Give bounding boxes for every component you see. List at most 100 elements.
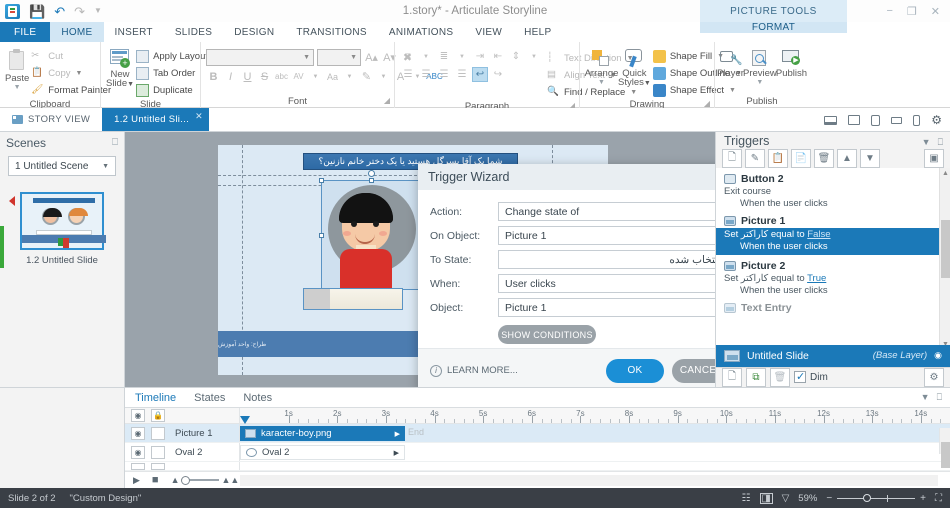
font-size-input[interactable]: ▼ xyxy=(317,49,361,66)
bullets-button[interactable]: ≡ xyxy=(400,49,416,64)
tab-view[interactable]: VIEW xyxy=(464,22,513,42)
new-layer-icon[interactable]: 🗋 xyxy=(722,367,742,387)
trigger-object-header[interactable]: Text Entry xyxy=(724,300,942,315)
when-dropdown[interactable]: User clicks ▼ xyxy=(498,274,715,293)
tab-timeline[interactable]: Timeline xyxy=(135,392,176,404)
zoom-slider-knob[interactable] xyxy=(863,494,872,502)
tab-help[interactable]: HELP xyxy=(513,22,562,42)
resize-handle-w[interactable] xyxy=(319,233,324,238)
align-left-button[interactable]: ☰ xyxy=(400,67,416,82)
lock-icon[interactable] xyxy=(151,462,165,470)
timeline-horizontal-scrollbar[interactable] xyxy=(240,475,938,486)
slide-input-box[interactable] xyxy=(303,288,403,310)
trigger-object-header[interactable]: Picture 1 xyxy=(724,213,950,228)
trigger-value-link[interactable]: False xyxy=(807,229,830,240)
chevron-down-icon[interactable]: ▼ xyxy=(342,69,357,84)
minimize-button[interactable]: − xyxy=(886,5,892,17)
slide-canvas-area[interactable]: شما یک آقا پسرگل هستید یا یک دختر خانم ن… xyxy=(125,132,715,387)
strikethrough-button[interactable]: S xyxy=(257,69,272,84)
chevron-down-icon[interactable]: ▼ xyxy=(454,49,470,64)
paste-trigger-icon[interactable]: 📄 xyxy=(791,149,811,169)
resize-handle-n[interactable] xyxy=(369,178,374,183)
eye-icon[interactable]: ◉ xyxy=(131,409,145,423)
rtl-direction-button[interactable]: ↩ xyxy=(472,67,488,82)
gear-icon[interactable]: ⚙ xyxy=(931,114,942,126)
layer-visibility-icon[interactable]: ◉ xyxy=(934,350,942,361)
tab-states[interactable]: States xyxy=(194,392,225,404)
close-tab-icon[interactable]: ✕ xyxy=(195,111,203,122)
change-case-button[interactable]: Aa xyxy=(325,69,340,84)
lowercase-button[interactable]: abc xyxy=(274,69,289,84)
ltr-direction-button[interactable]: ↪ xyxy=(490,67,506,82)
ok-button[interactable]: OK xyxy=(606,358,664,383)
chevron-right-icon[interactable]: ▶ xyxy=(395,430,400,438)
move-up-icon[interactable]: ▲ xyxy=(837,149,857,169)
trigger-row[interactable]: Set کاراکتر equal to True When the user … xyxy=(724,273,942,297)
chevron-right-icon[interactable]: ▶ xyxy=(394,449,399,457)
grow-font-button[interactable]: A▴ xyxy=(364,50,379,65)
chevron-down-icon[interactable]: ▼ xyxy=(308,69,323,84)
tab-animations[interactable]: ANIMATIONS xyxy=(378,22,464,42)
to-state-dropdown[interactable]: انتخاب شده ▼ xyxy=(498,250,715,269)
timeline-track[interactable]: End karacter-boy.png ▶ xyxy=(240,424,950,442)
pin-panel-icon[interactable]: ⎕ xyxy=(112,137,118,148)
delete-layer-icon[interactable]: 🗑 xyxy=(770,367,790,387)
eye-icon[interactable]: ◉ xyxy=(131,445,145,459)
highlight-button[interactable]: ✎ xyxy=(359,69,374,84)
font-dialog-launcher-icon[interactable]: ◢ xyxy=(384,94,390,107)
eye-icon[interactable]: ◉ xyxy=(131,426,145,440)
ruler-ticks[interactable]: 1s 2s 3s 4s 5s 6s 7s 8s 9s 10s 11s 12s 13s 14s xyxy=(240,408,950,425)
zoom-out-icon[interactable]: ▲ xyxy=(171,475,180,485)
customize-qat-icon[interactable]: ▼ xyxy=(94,7,102,15)
collapse-icon[interactable]: ▼ xyxy=(921,392,930,403)
font-name-input[interactable]: ▼ xyxy=(206,49,314,66)
underline-button[interactable]: U xyxy=(240,69,255,84)
tab-insert[interactable]: INSERT xyxy=(104,22,164,42)
save-icon[interactable]: 💾 xyxy=(29,5,45,18)
justify-button[interactable]: ☰ xyxy=(454,67,470,82)
numbering-button[interactable]: ≣ xyxy=(436,49,452,64)
rotate-handle[interactable] xyxy=(368,170,375,177)
playhead-marker[interactable] xyxy=(240,416,250,425)
quick-styles-button[interactable]: Quick Styles▼ xyxy=(618,47,651,88)
normal-view-icon[interactable]: ◨ xyxy=(759,492,773,504)
table-row[interactable]: ◉ Picture 1 End karacter-boy.png ▶ xyxy=(125,424,950,444)
tab-format[interactable]: FORMAT xyxy=(700,22,847,33)
tab-home[interactable]: HOME xyxy=(50,22,104,42)
collapse-icon[interactable]: ▼ xyxy=(922,137,931,148)
timeline-track[interactable]: Oval 2 ▶ xyxy=(240,443,950,461)
delete-trigger-icon[interactable]: 🗑 xyxy=(814,149,834,169)
trigger-wizard-dialog[interactable]: Trigger Wizard ✕ Action: Change state of… xyxy=(418,164,715,387)
undo-icon[interactable]: ↶ xyxy=(54,5,65,18)
dim-checkbox[interactable] xyxy=(794,370,806,384)
paste-dropdown-icon[interactable]: ▼ xyxy=(14,84,21,91)
trigger-options-icon[interactable]: ▣ xyxy=(924,149,944,169)
object-dropdown[interactable]: Picture 1 ▼ xyxy=(498,298,715,317)
selected-picture-object[interactable] xyxy=(319,170,424,293)
edit-trigger-icon[interactable]: ✎ xyxy=(745,149,765,169)
move-down-icon[interactable]: ▼ xyxy=(860,149,880,169)
character-spacing-button[interactable]: AV xyxy=(291,69,306,84)
publish-button[interactable]: ▶ Publish xyxy=(776,47,807,79)
story-view-tab[interactable]: STORY VIEW xyxy=(0,108,102,131)
filter-icon[interactable]: ▽ xyxy=(782,493,790,504)
table-row-partial[interactable] xyxy=(125,462,950,472)
tab-design[interactable]: DESIGN xyxy=(223,22,285,42)
base-layer-row[interactable]: Untitled Slide (Base Layer) ◉ xyxy=(716,344,950,367)
trigger-row-selected[interactable]: Set کاراکتر equal to False When the user… xyxy=(716,228,950,256)
increase-indent-button[interactable]: ⇥ xyxy=(472,49,488,64)
stop-icon[interactable]: ■ xyxy=(152,474,159,486)
timeline-vertical-scrollbar[interactable] xyxy=(939,428,950,469)
learn-more-link[interactable]: i LEARN MORE... xyxy=(430,364,518,377)
lock-icon[interactable]: 🔒 xyxy=(151,409,165,423)
pin-panel-icon[interactable]: ⎕ xyxy=(937,392,942,403)
phone-icon[interactable] xyxy=(913,114,921,126)
monitor-icon[interactable] xyxy=(848,115,861,125)
action-dropdown[interactable]: Change state of ▼ xyxy=(498,202,715,221)
cancel-button[interactable]: CANCEL xyxy=(672,358,715,383)
trigger-object-header[interactable]: Button 2 xyxy=(724,171,942,186)
pin-panel-icon[interactable]: ⎕ xyxy=(938,137,943,148)
close-button[interactable]: ✕ xyxy=(931,5,940,18)
triggers-list[interactable]: Button 2 Exit course When the user click… xyxy=(716,168,950,351)
scene-dropdown[interactable]: 1 Untitled Scene ▼ xyxy=(8,156,116,176)
